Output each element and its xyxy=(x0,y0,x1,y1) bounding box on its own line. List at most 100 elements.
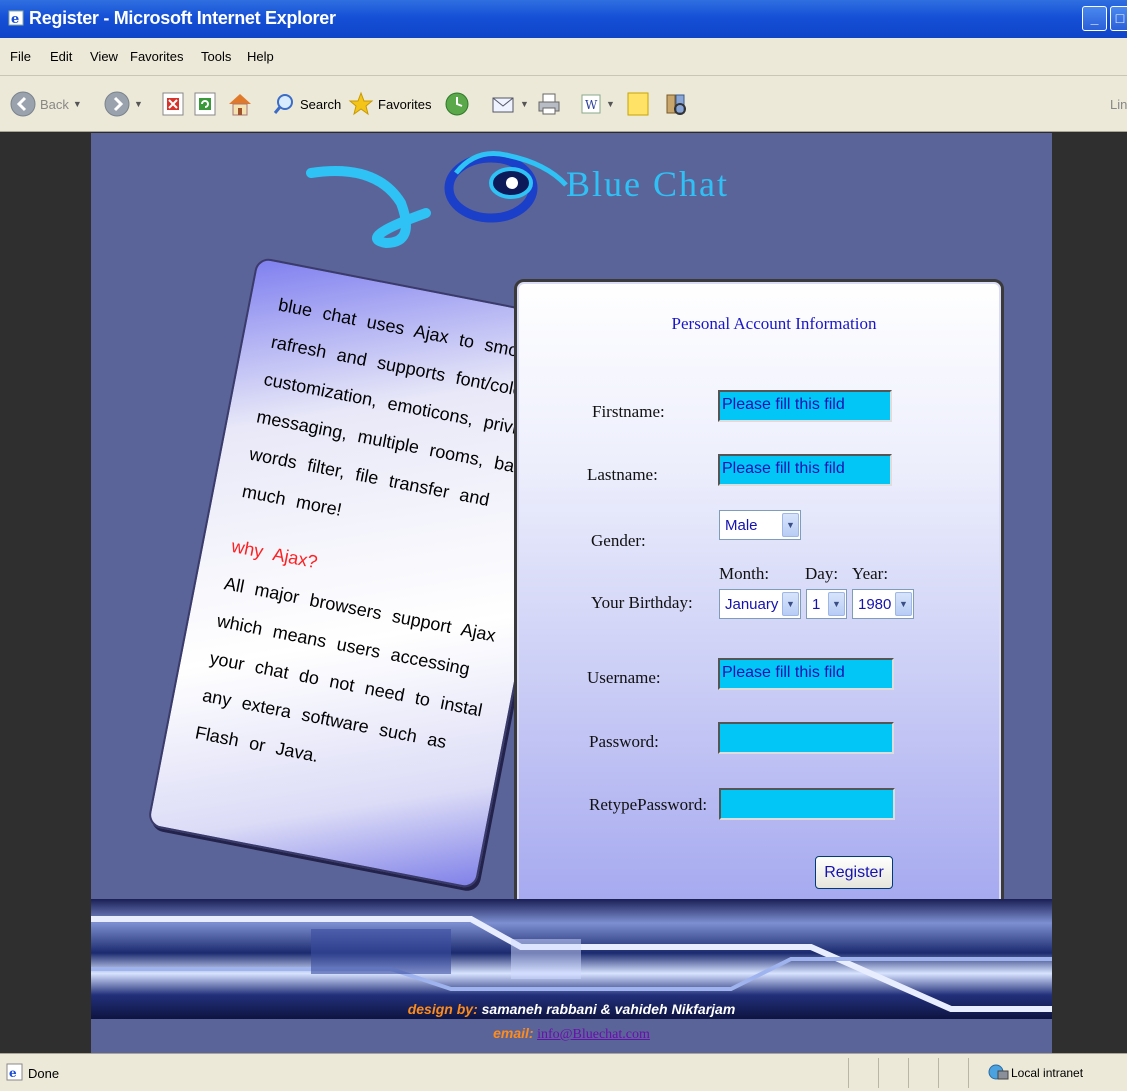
status-divider xyxy=(938,1058,939,1088)
registration-form: Personal Account Information Firstname: … xyxy=(514,279,1004,913)
back-label: Back xyxy=(40,96,69,112)
ie-logo-icon: e xyxy=(8,10,24,27)
forward-arrow-icon xyxy=(104,91,130,117)
status-divider xyxy=(848,1058,849,1088)
username-input[interactable]: Please fill this fild xyxy=(718,658,894,690)
page-done-icon: e xyxy=(6,1063,23,1081)
links-button[interactable]: Link xyxy=(1106,90,1127,118)
minimize-button[interactable]: _ xyxy=(1082,6,1107,31)
note-icon xyxy=(627,92,649,116)
discuss-button[interactable] xyxy=(626,90,650,118)
birthday-label: Your Birthday: xyxy=(591,593,693,612)
search-button[interactable]: Search xyxy=(272,90,341,118)
lastname-input[interactable]: Please fill this fild xyxy=(718,454,892,486)
year-value: 1980 xyxy=(858,595,892,613)
stop-icon xyxy=(162,92,184,116)
status-divider xyxy=(908,1058,909,1088)
local-intranet-icon xyxy=(988,1064,1009,1080)
research-icon xyxy=(666,94,686,115)
register-button[interactable]: Register xyxy=(815,856,893,889)
email-line: email: info@Bluechat.com xyxy=(91,1025,1052,1043)
chevron-down-icon[interactable]: ▼ xyxy=(782,592,799,616)
blue-chat-logo-icon xyxy=(306,151,568,249)
links-label: Link xyxy=(1110,96,1127,112)
mail-icon xyxy=(492,97,514,113)
password-input[interactable] xyxy=(718,722,894,754)
design-prefix: design by: xyxy=(407,1001,478,1017)
gender-value: Male xyxy=(725,516,758,534)
home-icon xyxy=(229,94,251,116)
month-label: Month: xyxy=(719,564,770,583)
window-title-bar: e Register - Microsoft Internet Explorer… xyxy=(0,0,1127,38)
refresh-button[interactable] xyxy=(194,90,216,118)
logo-text: Blue Chat xyxy=(566,164,729,204)
menu-help[interactable]: Help xyxy=(247,49,274,64)
form-title: Personal Account Information xyxy=(671,314,877,333)
restore-button[interactable]: □ xyxy=(1110,6,1127,31)
svg-text:W: W xyxy=(585,98,598,112)
forward-button[interactable]: ▼ xyxy=(104,90,143,118)
gender-label: Gender: xyxy=(591,531,646,550)
day-label: Day: xyxy=(805,564,839,583)
back-button[interactable]: Back ▼ xyxy=(10,90,82,118)
favorites-label: Favorites xyxy=(378,96,432,112)
menu-view[interactable]: View xyxy=(90,49,118,64)
svg-text:e: e xyxy=(9,1066,17,1080)
year-label: Year: xyxy=(852,564,889,583)
menu-bar: File Edit View Favorites Tools Help xyxy=(0,38,1127,76)
search-label: Search xyxy=(300,96,342,112)
retype-password-label: RetypePassword: xyxy=(589,795,708,814)
month-select[interactable]: January ▼ xyxy=(719,589,801,619)
mail-button[interactable]: ▼ xyxy=(490,90,529,118)
favorites-button[interactable]: Favorites xyxy=(348,90,431,118)
username-label: Username: xyxy=(587,668,661,687)
firstname-label: Firstname: xyxy=(592,402,665,421)
word-icon: W xyxy=(581,94,601,114)
menu-tools[interactable]: Tools xyxy=(201,49,231,64)
svg-text:e: e xyxy=(11,12,19,27)
search-icon xyxy=(273,94,293,114)
forward-dropdown-icon[interactable]: ▼ xyxy=(134,99,143,109)
security-zone: Local intranet xyxy=(1011,1066,1084,1080)
designer-names: samaneh rabbani & vahideh Nikfarjam xyxy=(481,1001,736,1017)
retype-password-input[interactable] xyxy=(719,788,895,820)
menu-favorites[interactable]: Favorites xyxy=(130,49,183,64)
lastname-label: Lastname: xyxy=(587,465,658,484)
firstname-input[interactable]: Please fill this fild xyxy=(718,390,892,422)
back-dropdown-icon[interactable]: ▼ xyxy=(73,99,82,109)
stop-button[interactable] xyxy=(162,90,184,118)
email-link[interactable]: info@Bluechat.com xyxy=(537,1027,650,1042)
menu-edit[interactable]: Edit xyxy=(50,49,72,64)
menu-file[interactable]: File xyxy=(10,49,31,64)
history-button[interactable] xyxy=(444,90,470,118)
edit-dropdown-icon[interactable]: ▼ xyxy=(606,99,615,109)
chevron-down-icon[interactable]: ▼ xyxy=(828,592,845,616)
year-select[interactable]: 1980 ▼ xyxy=(852,589,914,619)
print-button[interactable] xyxy=(536,90,562,118)
star-icon xyxy=(348,91,374,116)
password-label: Password: xyxy=(589,732,659,751)
day-value: 1 xyxy=(812,595,821,613)
credits-line: design by: samaneh rabbani & vahideh Nik… xyxy=(91,1001,1052,1017)
research-button[interactable] xyxy=(664,90,690,118)
status-divider xyxy=(968,1058,969,1088)
mail-dropdown-icon[interactable]: ▼ xyxy=(520,99,529,109)
print-icon xyxy=(538,93,560,115)
refresh-icon xyxy=(194,92,216,116)
status-divider xyxy=(878,1058,879,1088)
back-arrow-icon xyxy=(10,91,36,117)
chevron-down-icon[interactable]: ▼ xyxy=(782,513,799,537)
window-title: Register - Microsoft Internet Explorer xyxy=(29,8,336,28)
status-bar: e Done Local intranet xyxy=(0,1053,1127,1091)
status-text: Done xyxy=(28,1066,60,1081)
register-page: Blue Chat blue chat uses Ajax to smooty … xyxy=(91,133,1052,1053)
toolbar: Back ▼ ▼ Search Favorites ▼ W ▼ Lin xyxy=(0,76,1127,132)
email-prefix: email: xyxy=(493,1025,534,1041)
chevron-down-icon[interactable]: ▼ xyxy=(895,592,912,616)
gender-select[interactable]: Male ▼ xyxy=(719,510,801,540)
home-button[interactable] xyxy=(226,90,254,118)
month-value: January xyxy=(725,595,779,613)
day-select[interactable]: 1 ▼ xyxy=(806,589,847,619)
edit-button[interactable]: W ▼ xyxy=(580,90,615,118)
history-icon xyxy=(445,92,469,116)
